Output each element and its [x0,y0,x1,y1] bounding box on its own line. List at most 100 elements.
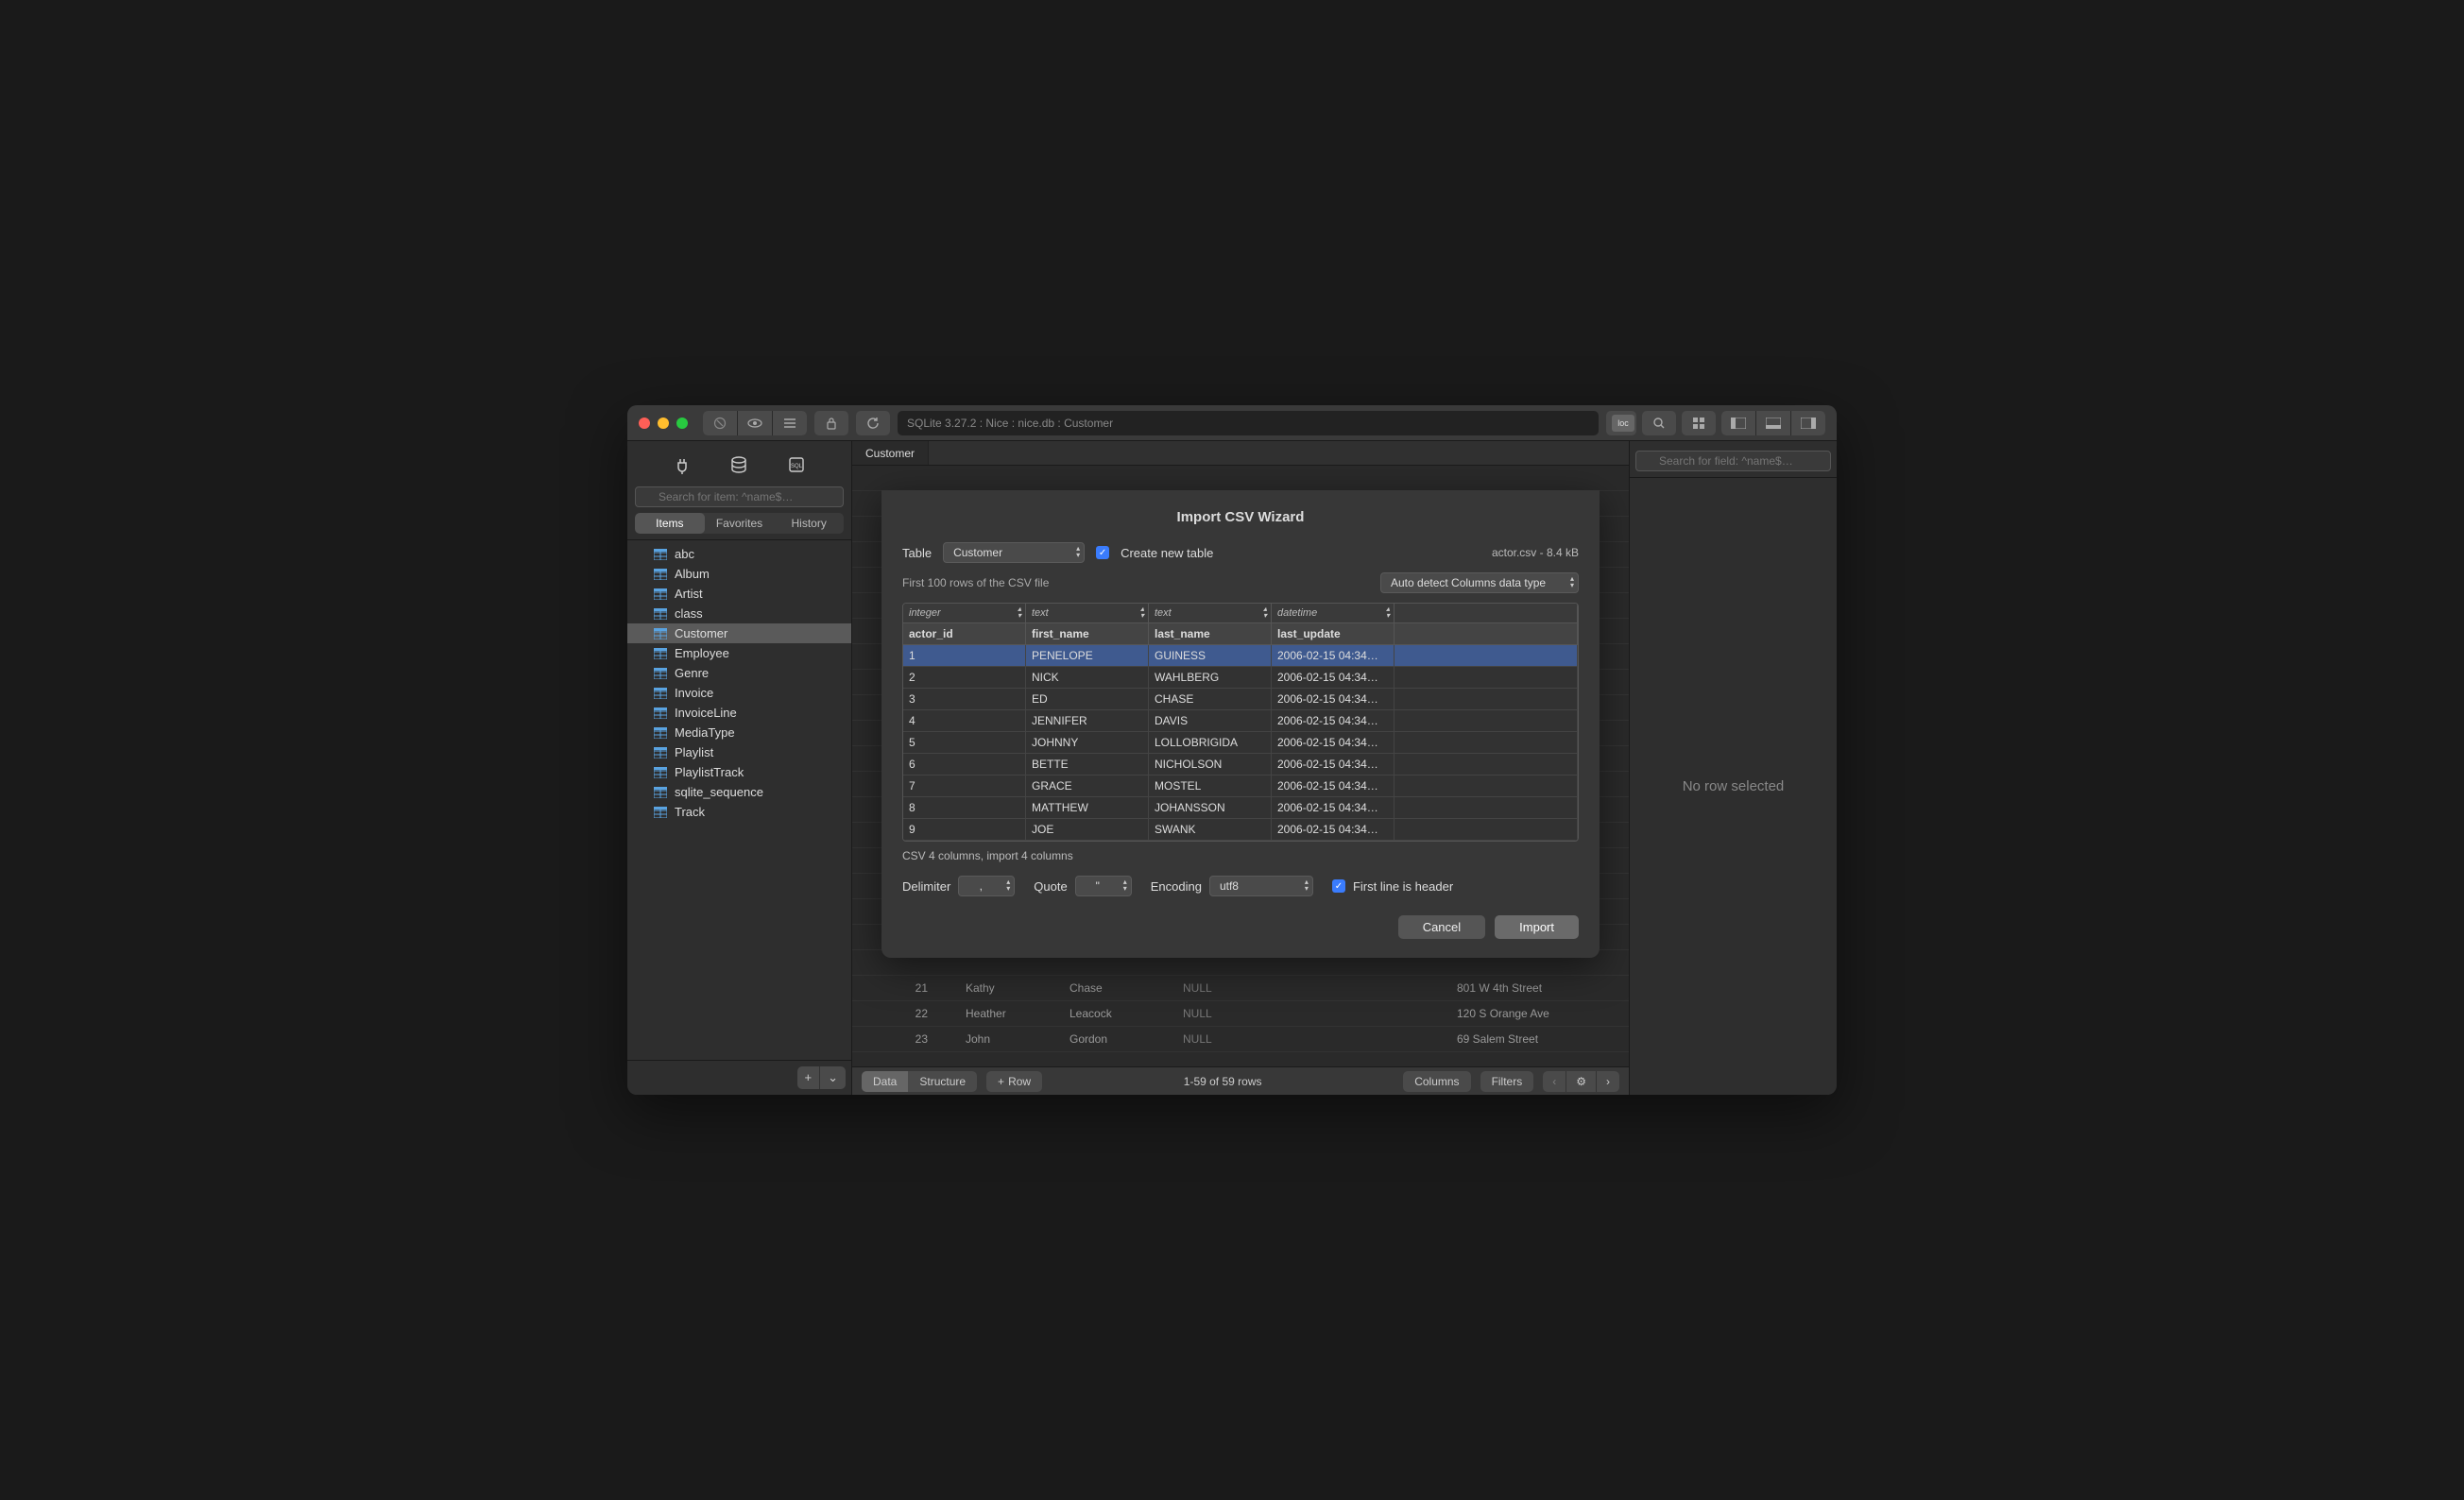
table-select[interactable]: Customer ▴▾ [943,542,1085,563]
sidebar-item-invoice[interactable]: Invoice [627,683,851,703]
path-bar[interactable]: SQLite 3.27.2 : Nice : nice.db : Custome… [898,411,1599,435]
page-next-icon[interactable]: › [1596,1071,1619,1092]
plug-icon[interactable] [670,452,694,477]
refresh-button[interactable] [856,411,890,435]
add-dropdown[interactable]: + ⌄ [797,1066,847,1089]
preview-row[interactable]: 2NICKWAHLBERG2006-02-15 04:34… [903,667,1578,689]
maximize-window-button[interactable] [676,418,688,429]
sidebar-item-playlisttrack[interactable]: PlaylistTrack [627,762,851,782]
preview-row[interactable]: 4JENNIFERDAVIS2006-02-15 04:34… [903,710,1578,732]
preview-row[interactable]: 8MATTHEWJOHANSSON2006-02-15 04:34… [903,797,1578,819]
type-detect-select[interactable]: Auto detect Columns data type ▴▾ [1380,572,1579,593]
encoding-select[interactable]: utf8 ▴▾ [1209,876,1313,896]
preview-cell: 7 [903,776,1026,797]
type-cell[interactable]: datetime▴▾ [1272,604,1395,623]
delimiter-select[interactable]: , ▴▾ [958,876,1015,896]
sidebar-item-customer[interactable]: Customer [627,623,851,643]
cancel-button[interactable]: Cancel [1398,915,1485,939]
add-row-button[interactable]: + Row [986,1071,1042,1092]
preview-cell: 4 [903,710,1026,732]
gear-icon[interactable]: ⚙ [1566,1071,1596,1092]
panel-right-icon[interactable] [1791,411,1825,435]
preview-cell: 9 [903,819,1026,841]
filters-button[interactable]: Filters [1480,1071,1534,1092]
sidebar-item-album[interactable]: Album [627,564,851,584]
sidebar-item-track[interactable]: Track [627,802,851,822]
create-new-checkbox[interactable]: ✓ [1096,546,1109,559]
preview-row[interactable]: 7GRACEMOSTEL2006-02-15 04:34… [903,776,1578,797]
list-button[interactable] [773,411,807,435]
preview-cell [1395,689,1578,710]
import-button[interactable]: Import [1495,915,1579,939]
type-cell[interactable]: text▴▾ [1026,604,1149,623]
sidebar-item-class[interactable]: class [627,604,851,623]
sidebar-icon-row: SQL [635,447,844,483]
loc-badge[interactable]: loc [1606,411,1636,435]
grid-icon[interactable] [1682,411,1716,435]
preview-header-row: First 100 rows of the CSV file Auto dete… [902,572,1579,593]
type-cell[interactable]: text▴▾ [1149,604,1272,623]
seg-items[interactable]: Items [635,513,705,534]
tab-customer[interactable]: Customer [852,441,929,465]
header-cell[interactable]: first_name [1026,623,1149,645]
header-cell[interactable]: last_update [1272,623,1395,645]
minimize-window-button[interactable] [658,418,669,429]
sidebar-tree: abcAlbumArtist class CustomerEmployeeGenre… [627,540,851,1060]
pager: ‹ ⚙ › [1543,1071,1619,1092]
sidebar-item-abc[interactable]: abc [627,544,851,564]
lock-button[interactable] [814,411,848,435]
sidebar-item-invoiceline[interactable]: InvoiceLine [627,703,851,723]
page-prev-icon[interactable]: ‹ [1543,1071,1566,1092]
data-tab[interactable]: Data [862,1071,908,1092]
preview-cell: MATTHEW [1026,797,1149,819]
modal-backdrop: Import CSV Wizard Table Customer ▴▾ ✓ Cr… [852,466,1629,1066]
structure-tab[interactable]: Structure [908,1071,977,1092]
header-cell[interactable]: actor_id [903,623,1026,645]
first-line-checkbox[interactable]: ✓ [1332,879,1345,893]
table-icon [654,807,667,818]
header-cell[interactable] [1395,623,1578,645]
seg-favorites[interactable]: Favorites [705,513,775,534]
sidebar-item-sqlite_sequence[interactable]: sqlite_sequence [627,782,851,802]
sql-icon[interactable]: SQL [784,452,809,477]
preview-cell: 2 [903,667,1026,689]
stop-button[interactable] [703,411,737,435]
modal-title: Import CSV Wizard [902,509,1579,525]
columns-button[interactable]: Columns [1403,1071,1470,1092]
seg-history[interactable]: History [774,513,844,534]
sidebar-item-label: class [675,606,703,621]
stepper-icon: ▴▾ [1386,605,1390,619]
sidebar-item-employee[interactable]: Employee [627,643,851,663]
sidebar-item-artist[interactable]: Artist [627,584,851,604]
sidebar-search-input[interactable] [635,486,844,507]
preview-row[interactable]: 3EDCHASE2006-02-15 04:34… [903,689,1578,710]
quote-select[interactable]: " ▴▾ [1075,876,1132,896]
database-icon[interactable] [727,452,751,477]
panel-left-icon[interactable] [1721,411,1755,435]
preview-cell [1395,819,1578,841]
first-line-label: First line is header [1353,879,1453,894]
panel-bottom-icon[interactable] [1756,411,1790,435]
preview-row[interactable]: 5JOHNNYLOLLOBRIGIDA2006-02-15 04:34… [903,732,1578,754]
header-cell[interactable]: last_name [1149,623,1272,645]
stepper-icon: ▴▾ [1263,605,1267,619]
create-new-label: Create new table [1121,546,1213,560]
sidebar-bottom: + ⌄ [627,1060,851,1095]
sidebar-item-mediatype[interactable]: MediaType [627,723,851,742]
inspector-search-input[interactable] [1635,451,1831,471]
close-window-button[interactable] [639,418,650,429]
type-cell[interactable] [1395,604,1578,623]
preview-cell [1395,667,1578,689]
preview-header-row: actor_idfirst_namelast_namelast_update [903,623,1578,645]
search-icon[interactable] [1642,411,1676,435]
preview-row[interactable]: 1PENELOPEGUINESS2006-02-15 04:34… [903,645,1578,667]
preview-row[interactable]: 6BETTENICHOLSON2006-02-15 04:34… [903,754,1578,776]
sidebar-item-playlist[interactable]: Playlist [627,742,851,762]
sidebar-item-genre[interactable]: Genre [627,663,851,683]
preview-row[interactable]: 9JOESWANK2006-02-15 04:34… [903,819,1578,841]
type-cell[interactable]: integer▴▾ [903,604,1026,623]
table-icon [654,727,667,739]
sidebar-item-label: MediaType [675,725,735,740]
preview-button[interactable] [738,411,772,435]
inspector-empty: No row selected [1630,478,1837,1095]
